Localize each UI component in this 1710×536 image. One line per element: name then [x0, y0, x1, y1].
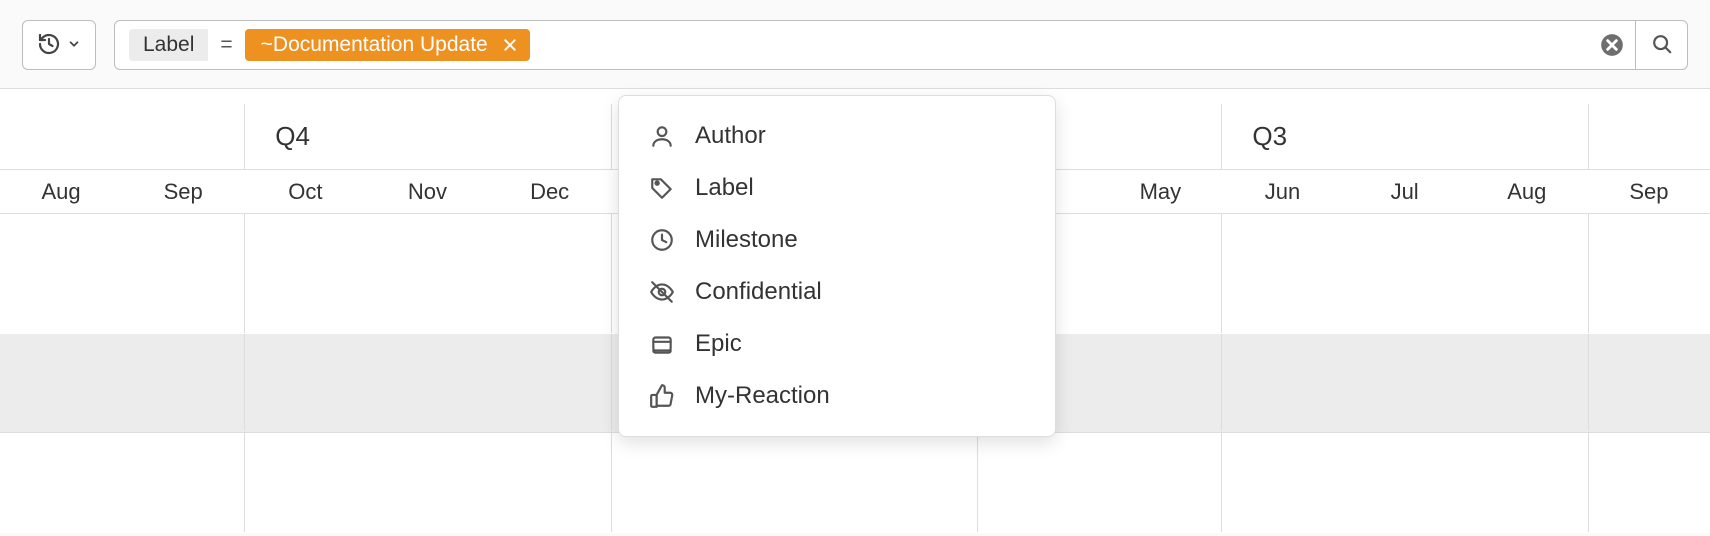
timeline-month: Aug	[1466, 179, 1588, 205]
filter-suggestions-dropdown: Author Label Milestone Confidential Epic…	[618, 95, 1056, 437]
timeline-month: Nov	[366, 179, 488, 205]
dropdown-item-label: My-Reaction	[695, 382, 830, 410]
dropdown-item-label: Label	[695, 174, 754, 202]
search-button[interactable]	[1636, 20, 1688, 70]
filter-token-value[interactable]: ~Documentation Update	[245, 29, 530, 61]
dropdown-item-label: Author	[695, 122, 766, 150]
timeline-month: May	[1099, 179, 1221, 205]
remove-token-button[interactable]	[502, 37, 518, 53]
epic-icon	[649, 331, 675, 357]
dropdown-item-label[interactable]: Label	[619, 162, 1055, 214]
user-icon	[649, 123, 675, 149]
tag-icon	[649, 175, 675, 201]
timeline-month: Aug	[0, 179, 122, 205]
timeline-month: Jul	[1344, 179, 1466, 205]
timeline-month: Sep	[1588, 179, 1710, 205]
timeline-month: Sep	[122, 179, 244, 205]
clear-filter-button[interactable]	[1599, 32, 1625, 58]
history-icon	[37, 32, 61, 59]
filter-row: Label = ~Documentation Update	[0, 0, 1710, 88]
timeline-quarter: Q4	[244, 104, 610, 169]
timeline-month: Jun	[1221, 179, 1343, 205]
timeline-quarter	[0, 104, 244, 169]
eye-off-icon	[649, 279, 675, 305]
dropdown-item-label: Confidential	[695, 278, 822, 306]
thumbs-up-icon	[649, 383, 675, 409]
filter-token-key[interactable]: Label	[129, 29, 208, 61]
dropdown-item-confidential[interactable]: Confidential	[619, 266, 1055, 318]
chevron-down-icon	[67, 37, 81, 54]
timeline-month: Oct	[244, 179, 366, 205]
timeline-month: Dec	[489, 179, 611, 205]
filter-token-value-text: ~Documentation Update	[261, 33, 488, 57]
dropdown-item-label: Epic	[695, 330, 742, 358]
timeline-quarter	[1588, 104, 1710, 169]
dropdown-item-label: Milestone	[695, 226, 798, 254]
filter-input-bar[interactable]: Label = ~Documentation Update	[114, 20, 1636, 70]
timeline-lane[interactable]	[0, 433, 1710, 533]
filter-token-operator[interactable]: =	[218, 33, 234, 57]
dropdown-item-epic[interactable]: Epic	[619, 318, 1055, 370]
search-icon	[1651, 33, 1673, 58]
timeline-quarter: Q3	[1221, 104, 1587, 169]
dropdown-item-my-reaction[interactable]: My-Reaction	[619, 370, 1055, 422]
dropdown-item-author[interactable]: Author	[619, 110, 1055, 162]
dropdown-item-milestone[interactable]: Milestone	[619, 214, 1055, 266]
clock-icon	[649, 227, 675, 253]
recent-searches-button[interactable]	[22, 20, 96, 70]
